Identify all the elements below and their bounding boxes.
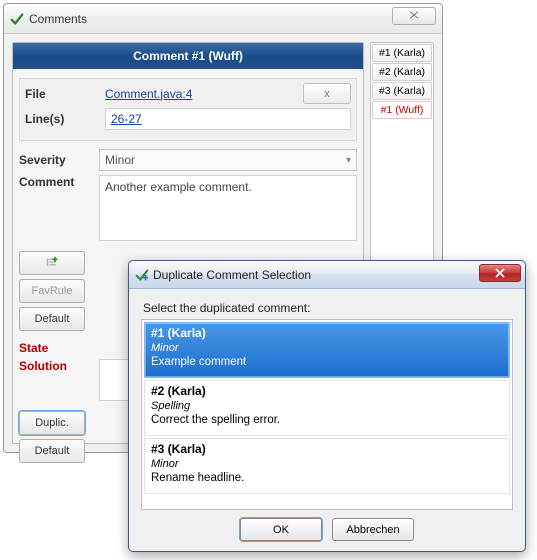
duplicate-item[interactable]: #1 (Karla) Minor Example comment (144, 322, 510, 378)
rule-add-icon (44, 256, 61, 271)
label-file: File (25, 87, 105, 101)
duplicate-titlebar[interactable]: Duplicate Comment Selection (129, 261, 525, 289)
severity-dropdown[interactable]: Minor ▾ (99, 149, 357, 171)
file-lines-group: File Comment.java:4 x Line(s) 26-27 (19, 78, 357, 141)
sidebar-item[interactable]: #1 (Karla) (372, 44, 432, 62)
lines-field[interactable]: 26-27 (105, 108, 351, 130)
duplicate-body: Select the duplicated comment: #1 (Karla… (129, 289, 525, 551)
dup-item-title: #1 (Karla) (151, 326, 503, 340)
panel-header: Comment #1 (Wuff) (13, 43, 363, 69)
file-link[interactable]: Comment.java:4 (105, 87, 192, 101)
label-severity: Severity (19, 153, 99, 167)
comment-value: Another example comment. (105, 180, 252, 194)
default-button-1[interactable]: Default (19, 307, 85, 331)
dup-item-desc: Rename headline. (151, 471, 503, 485)
lines-link[interactable]: 26-27 (111, 112, 142, 126)
duplicate-cancel-button[interactable]: Abbrechen (332, 518, 414, 541)
dup-item-severity: Minor (151, 458, 503, 471)
close-button[interactable]: ⨉ (392, 7, 436, 25)
rule-icon-button[interactable] (19, 251, 85, 275)
titlebar[interactable]: Comments ⨉ (4, 4, 442, 34)
label-state: State (19, 341, 99, 355)
chevron-down-icon: ▾ (346, 155, 351, 166)
severity-value: Minor (105, 153, 135, 167)
sidebar-item[interactable]: #2 (Karla) (372, 63, 432, 81)
row-file: File Comment.java:4 x (25, 83, 351, 104)
check-icon (10, 12, 24, 26)
duplicate-title: Duplicate Comment Selection (153, 268, 311, 282)
row-comment: Comment Another example comment. (19, 175, 357, 241)
row-severity: Severity Minor ▾ (19, 149, 357, 171)
duplicate-prompt: Select the duplicated comment: (143, 301, 513, 315)
label-solution: Solution (19, 359, 99, 373)
duplicate-item[interactable]: #3 (Karla) Minor Rename headline. (144, 438, 510, 494)
duplicate-dialog: Duplicate Comment Selection Select the d… (128, 260, 526, 552)
sidebar-item[interactable]: #3 (Karla) (372, 82, 432, 100)
dup-item-title: #2 (Karla) (151, 384, 503, 398)
favrule-button[interactable]: FavRule (19, 279, 85, 303)
duplicate-ok-button[interactable]: OK (240, 518, 322, 541)
dup-item-desc: Example comment (151, 355, 503, 369)
duplicate-buttons: OK Abbrechen (141, 510, 513, 545)
dup-item-severity: Spelling (151, 400, 503, 413)
comment-side-buttons: FavRule Default (19, 251, 99, 331)
check-duplicate-icon (135, 268, 149, 282)
row-lines: Line(s) 26-27 (25, 108, 351, 130)
close-glyph: ⨉ (410, 10, 419, 21)
default-button-2[interactable]: Default (19, 439, 85, 463)
dup-item-desc: Correct the spelling error. (151, 413, 503, 427)
sidebar-item[interactable]: #1 (Wuff) (372, 101, 432, 119)
dup-item-severity: Minor (151, 342, 503, 355)
comment-textarea[interactable]: Another example comment. (99, 175, 357, 241)
dup-item-title: #3 (Karla) (151, 442, 503, 456)
duplicate-list[interactable]: #1 (Karla) Minor Example comment #2 (Kar… (141, 319, 513, 510)
label-comment: Comment (19, 175, 99, 189)
duplicate-item[interactable]: #2 (Karla) Spelling Correct the spelling… (144, 380, 510, 436)
remove-file-button[interactable]: x (303, 83, 351, 104)
close-icon (495, 268, 505, 278)
duplicate-close-button[interactable] (479, 264, 521, 282)
window-title: Comments (29, 12, 87, 26)
label-lines: Line(s) (25, 112, 105, 126)
